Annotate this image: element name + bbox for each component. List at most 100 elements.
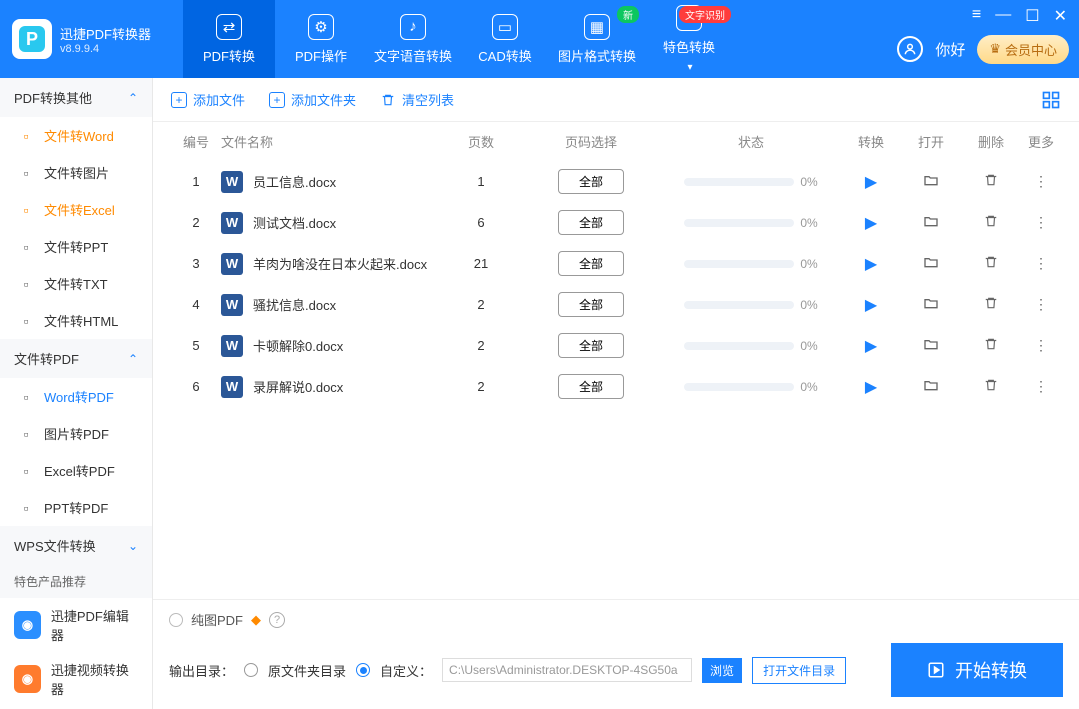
- word-file-icon: W: [221, 253, 243, 275]
- open-folder-icon[interactable]: [923, 216, 939, 232]
- logo-section: P 迅捷PDF转换器 v8.9.9.4: [0, 19, 163, 59]
- sidebar-group-header[interactable]: PDF转换其他⌃: [0, 78, 152, 117]
- original-dir-radio[interactable]: [244, 663, 258, 677]
- path-input[interactable]: [442, 658, 692, 682]
- word-file-icon: W: [221, 376, 243, 398]
- open-folder-icon[interactable]: [923, 339, 939, 355]
- delete-trash-icon[interactable]: [984, 379, 998, 395]
- sidebar-item[interactable]: ▫文件转TXT: [0, 265, 152, 302]
- page-range-button[interactable]: 全部: [558, 210, 624, 235]
- col-delete-header: 删除: [961, 132, 1021, 151]
- browse-button[interactable]: 浏览: [702, 658, 742, 683]
- col-num-header: 编号: [171, 132, 221, 151]
- status-text: 0%: [800, 257, 817, 271]
- table-row: 5 W卡顿解除0.docx 2 全部 0% ▶ ⋮: [153, 325, 1079, 366]
- more-icon[interactable]: ⋮: [1034, 296, 1048, 312]
- add-folder-button[interactable]: +添加文件夹: [269, 90, 356, 109]
- add-file-button[interactable]: +添加文件: [171, 90, 245, 109]
- page-range-button[interactable]: 全部: [558, 169, 624, 194]
- convert-play-icon[interactable]: ▶: [865, 215, 877, 232]
- promo-item[interactable]: ◉迅捷PDF编辑器: [0, 598, 152, 652]
- delete-trash-icon[interactable]: [984, 338, 998, 354]
- grid-view-icon[interactable]: [1041, 90, 1061, 110]
- status-text: 0%: [800, 380, 817, 394]
- convert-play-icon[interactable]: ▶: [865, 256, 877, 273]
- file-type-icon: ▫: [18, 202, 34, 218]
- user-avatar-icon[interactable]: [897, 36, 923, 62]
- file-name: 羊肉为啥没在日本火起来.docx: [253, 254, 427, 273]
- sidebar-item[interactable]: ▫文件转Word: [0, 117, 152, 154]
- sidebar-item[interactable]: ▫文件转HTML: [0, 302, 152, 339]
- top-tab-5[interactable]: ✦特色转换文字识别▾: [643, 0, 735, 78]
- pure-pdf-checkbox[interactable]: [169, 613, 183, 627]
- more-icon[interactable]: ⋮: [1034, 214, 1048, 230]
- status-text: 0%: [800, 175, 817, 189]
- start-convert-button[interactable]: 开始转换: [891, 643, 1063, 697]
- custom-dir-radio[interactable]: [356, 663, 370, 677]
- delete-trash-icon[interactable]: [984, 174, 998, 190]
- table-header: 编号 文件名称 页数 页码选择 状态 转换 打开 删除 更多: [153, 122, 1079, 161]
- page-count: 21: [441, 256, 521, 271]
- chevron-down-icon: ⌄: [128, 539, 138, 553]
- word-file-icon: W: [221, 171, 243, 193]
- top-tab-0[interactable]: ⇄PDF转换: [183, 0, 275, 78]
- convert-play-icon[interactable]: ▶: [865, 379, 877, 396]
- row-num: 2: [171, 215, 221, 230]
- progress-bar: [684, 301, 794, 309]
- open-dir-button[interactable]: 打开文件目录: [752, 657, 846, 684]
- file-name: 录屏解说0.docx: [253, 377, 343, 396]
- more-icon[interactable]: ⋮: [1034, 255, 1048, 271]
- file-name: 员工信息.docx: [253, 172, 336, 191]
- top-tab-3[interactable]: ▭CAD转换: [459, 0, 551, 78]
- open-folder-icon[interactable]: [923, 380, 939, 396]
- tab-label: CAD转换: [478, 46, 531, 65]
- tab-label: 图片格式转换: [558, 46, 636, 65]
- page-range-button[interactable]: 全部: [558, 374, 624, 399]
- promo-label: 迅捷视频转换器: [51, 660, 138, 698]
- status-text: 0%: [800, 339, 817, 353]
- convert-play-icon[interactable]: ▶: [865, 174, 877, 191]
- vip-button[interactable]: ♛ 会员中心: [977, 35, 1069, 64]
- open-folder-icon[interactable]: [923, 175, 939, 191]
- top-tabs: ⇄PDF转换⚙PDF操作♪文字语音转换▭CAD转换▦图片格式转换新✦特色转换文字…: [183, 0, 735, 78]
- sidebar-item[interactable]: ▫Excel转PDF: [0, 452, 152, 489]
- delete-trash-icon[interactable]: [984, 297, 998, 313]
- more-icon[interactable]: ⋮: [1034, 378, 1048, 394]
- top-tab-4[interactable]: ▦图片格式转换新: [551, 0, 643, 78]
- more-icon[interactable]: ⋮: [1034, 173, 1048, 189]
- top-tab-2[interactable]: ♪文字语音转换: [367, 0, 459, 78]
- tab-icon: ▦: [584, 14, 610, 40]
- delete-trash-icon[interactable]: [984, 256, 998, 272]
- sidebar-group-header[interactable]: 文件转PDF⌃: [0, 339, 152, 378]
- promo-item[interactable]: ◉迅捷视频转换器: [0, 652, 152, 706]
- open-folder-icon[interactable]: [923, 257, 939, 273]
- sidebar-item[interactable]: ▫文件转图片: [0, 154, 152, 191]
- more-icon[interactable]: ⋮: [1034, 337, 1048, 353]
- row-num: 6: [171, 379, 221, 394]
- sidebar-item[interactable]: ▫文件转Excel: [0, 191, 152, 228]
- sidebar-item[interactable]: ▫文件转PPT: [0, 228, 152, 265]
- page-range-button[interactable]: 全部: [558, 251, 624, 276]
- page-range-button[interactable]: 全部: [558, 333, 624, 358]
- file-type-icon: ▫: [18, 165, 34, 181]
- sidebar-item[interactable]: ▫图片转PDF: [0, 415, 152, 452]
- open-folder-icon[interactable]: [923, 298, 939, 314]
- top-tab-1[interactable]: ⚙PDF操作: [275, 0, 367, 78]
- delete-trash-icon[interactable]: [984, 215, 998, 231]
- col-open-header: 打开: [901, 132, 961, 151]
- sidebar-item-label: 文件转TXT: [44, 274, 108, 293]
- col-status-header: 状态: [661, 132, 841, 151]
- sidebar-item-label: Excel转PDF: [44, 461, 115, 480]
- convert-play-icon[interactable]: ▶: [865, 338, 877, 355]
- sidebar-item[interactable]: ▫Word转PDF: [0, 378, 152, 415]
- help-icon[interactable]: ?: [269, 612, 285, 628]
- row-num: 5: [171, 338, 221, 353]
- sidebar-item[interactable]: ▫PPT转PDF: [0, 489, 152, 526]
- convert-play-icon[interactable]: ▶: [865, 297, 877, 314]
- clear-list-button[interactable]: 清空列表: [380, 90, 454, 109]
- file-type-icon: ▫: [18, 389, 34, 405]
- page-range-button[interactable]: 全部: [558, 292, 624, 317]
- sidebar-group-header[interactable]: WPS文件转换⌄: [0, 526, 152, 565]
- pure-pdf-label: 纯图PDF: [191, 610, 243, 629]
- progress-bar: [684, 342, 794, 350]
